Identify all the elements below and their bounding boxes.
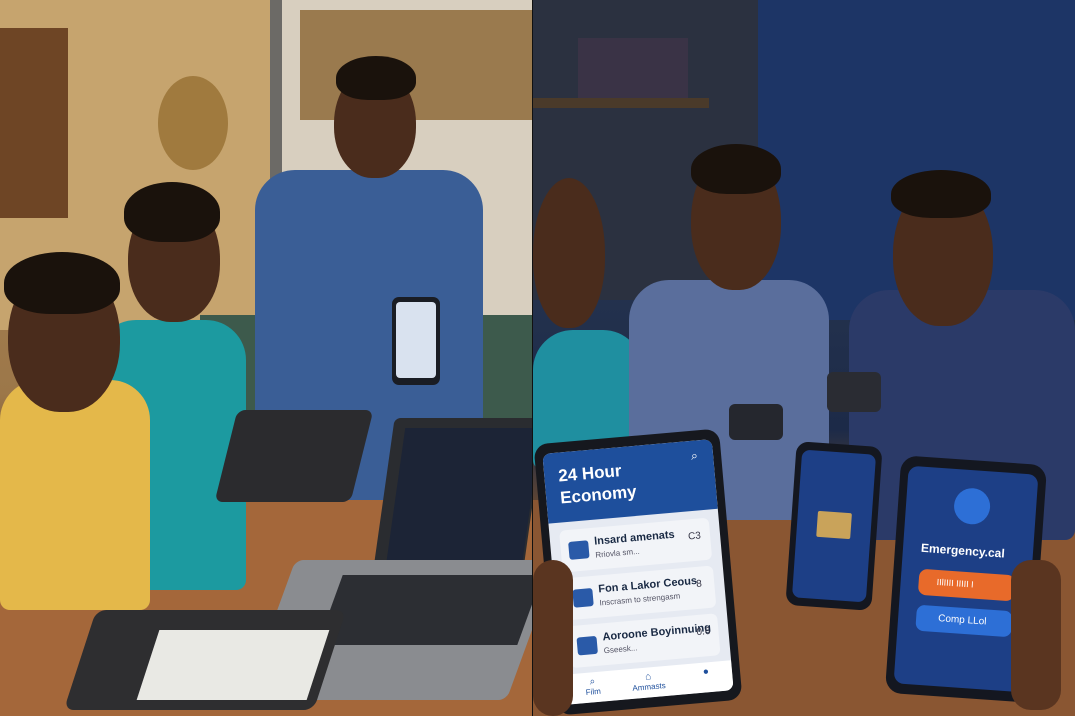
middle-phone-screen	[791, 449, 877, 603]
right-boy-phone	[827, 372, 881, 412]
hand-left	[533, 560, 573, 716]
list-item-value: C3	[687, 530, 702, 543]
primary-call-label: IIlIIII IIIII I	[936, 576, 974, 590]
list-item-subtitle: Rriovla sm...	[594, 546, 641, 560]
yellow-shirt	[0, 380, 150, 610]
window-roof	[300, 10, 532, 120]
list-item-title: Aoroone Boyinnuing	[602, 621, 712, 644]
left-girl-head	[533, 178, 605, 328]
list-item-subtitle: Gseesk...	[603, 643, 638, 656]
bookshelf	[0, 28, 68, 218]
building-icon	[816, 510, 852, 540]
girl-hair	[124, 182, 220, 242]
lock-icon	[952, 487, 992, 526]
right-boy-hair	[891, 170, 991, 218]
secondary-call-button[interactable]: Comp LLol	[915, 604, 1013, 638]
primary-call-button[interactable]: IIlIIII IIIII I	[917, 568, 1016, 602]
bank-icon	[576, 635, 598, 656]
right-scene-panel: 24 Hour Economy ⌕ lnsard amenats Rriovla…	[533, 0, 1075, 716]
boy-hair	[4, 252, 120, 314]
list-item[interactable]: lnsard amenats Rriovla sm... C3	[559, 517, 713, 573]
dark-tablet	[214, 410, 374, 502]
secondary-call-label: Comp LLol	[937, 613, 987, 628]
middle-girl-hair	[691, 144, 781, 194]
held-phone-screen	[396, 302, 436, 378]
standing-boy-hair	[336, 56, 416, 100]
list-item-value: 0.6	[696, 625, 711, 639]
list-item-value: 8	[695, 578, 703, 590]
emergency-title: Emergency.cal	[920, 540, 1006, 561]
list-item-title: lnsard amenats	[593, 528, 676, 548]
wall-basket	[158, 76, 228, 170]
search-icon[interactable]: ⌕	[690, 448, 698, 464]
laptop-keyboard	[317, 575, 532, 645]
list-item-title: Fon a Lakor Ceous	[597, 574, 698, 596]
middle-phone	[785, 441, 883, 611]
shelf	[533, 98, 709, 108]
list-item[interactable]: Aoroone Boyinnuing Gseesk... 0.6	[567, 613, 721, 669]
nav-film[interactable]: ⌕ Film	[572, 675, 614, 698]
list-item[interactable]: Fon a Lakor Ceous Inscrasm to strengasm …	[563, 565, 717, 621]
books	[578, 38, 688, 98]
bank-icon	[572, 588, 594, 608]
sketch-tablet-screen	[136, 630, 330, 700]
middle-girl-phone	[729, 404, 783, 440]
hand-right	[1011, 560, 1061, 710]
left-scene-panel	[0, 0, 532, 716]
bank-icon	[568, 540, 590, 560]
nav-ammasts[interactable]: ⌂ Ammasts	[626, 670, 672, 694]
